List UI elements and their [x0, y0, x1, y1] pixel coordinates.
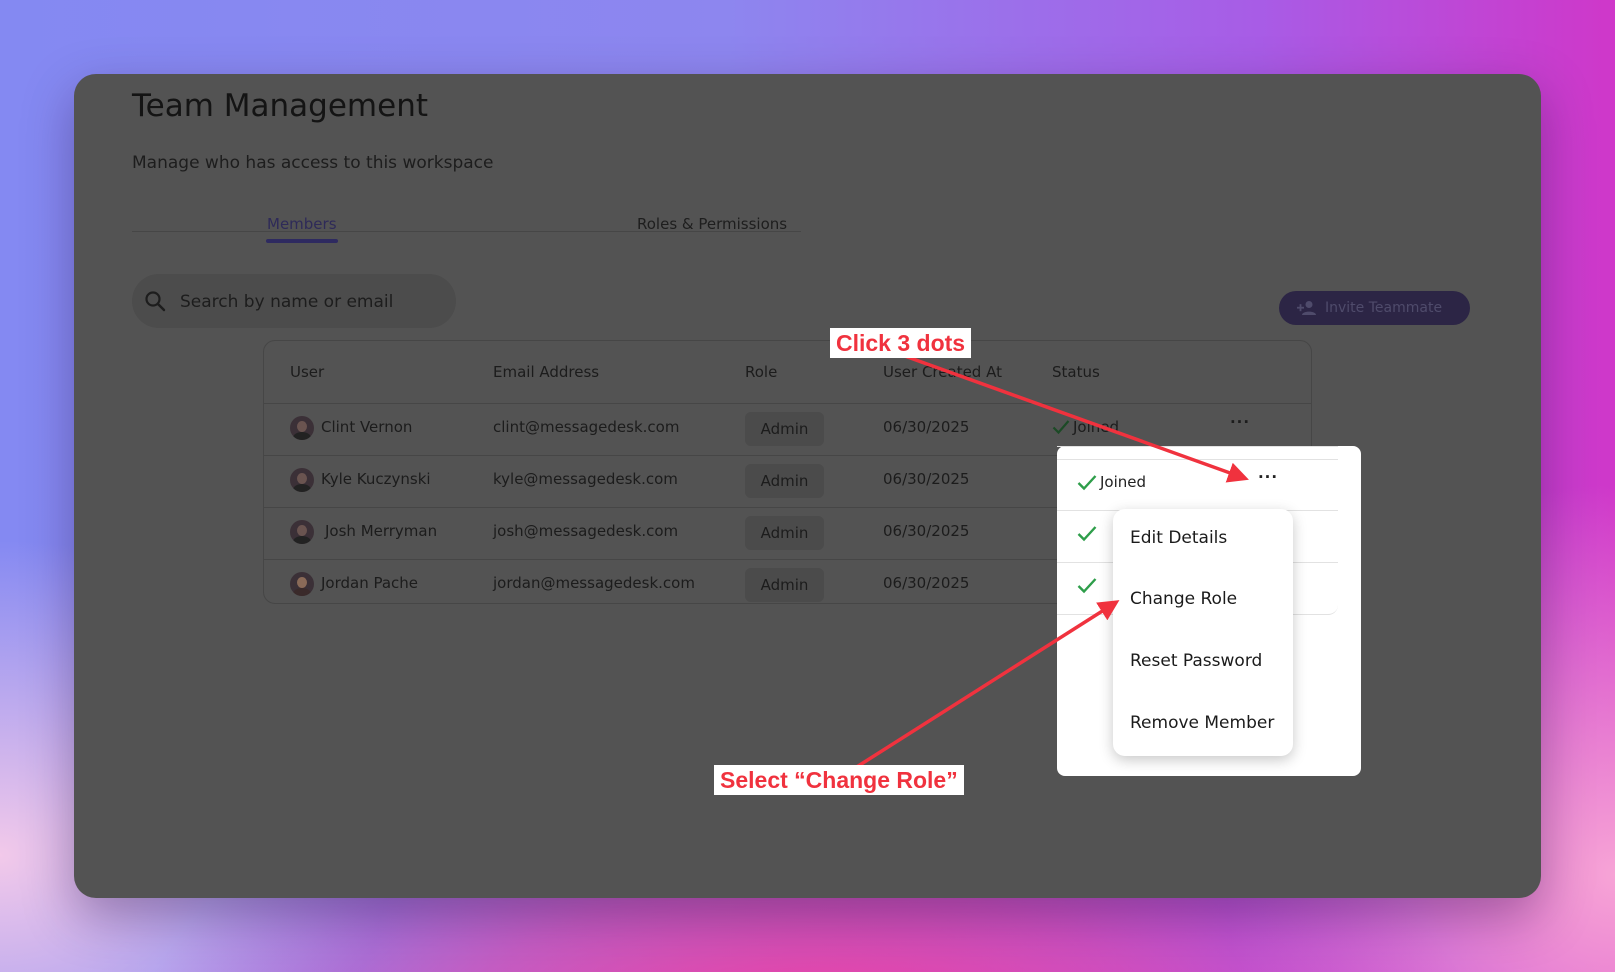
annotation-click-dots: Click 3 dots	[830, 328, 972, 358]
annotation-select-change-role: Select “Change Role”	[714, 765, 964, 795]
annotation-arrows	[854, 353, 1249, 770]
